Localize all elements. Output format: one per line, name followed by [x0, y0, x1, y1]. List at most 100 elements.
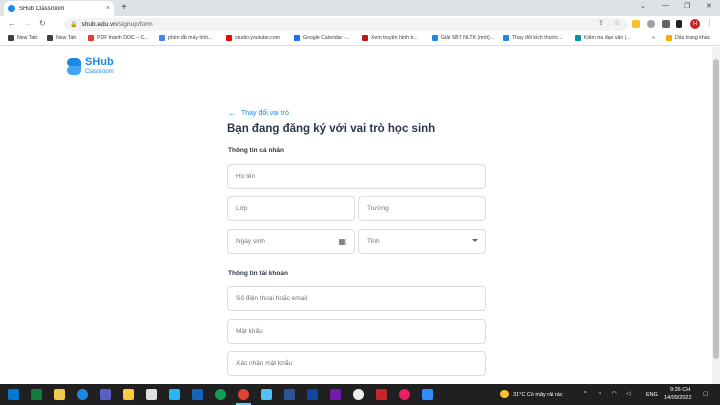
- forward-arrow-icon[interactable]: →: [24, 19, 32, 29]
- teams-icon[interactable]: [100, 389, 111, 400]
- other-bookmarks[interactable]: Dấu trang khác: [666, 35, 710, 41]
- weather-icon: [500, 390, 509, 398]
- globe-icon: [47, 35, 53, 41]
- menu-dots-icon[interactable]: ⋮: [706, 19, 713, 27]
- birthday-input[interactable]: Ngày sinh ▦: [227, 229, 355, 254]
- pdf-icon: [88, 35, 94, 41]
- photos-icon[interactable]: [261, 389, 272, 400]
- address-bar[interactable]: 🔒 shub.edu.vn /signup/form: [64, 18, 628, 31]
- signup-page: SHub Classroom ← Thay đổi vai trò Bạn đa…: [0, 47, 712, 384]
- bookmark-item[interactable]: Kiểm tra đạo văn |...: [575, 35, 630, 41]
- notion-icon[interactable]: [146, 389, 157, 400]
- tab-close-icon[interactable]: ×: [106, 5, 110, 12]
- back-arrow-icon[interactable]: ←: [8, 19, 16, 29]
- bookmark-item[interactable]: Xem truyện hình tr...: [362, 35, 418, 41]
- share-icon[interactable]: ⇪: [598, 19, 604, 27]
- browser-tab[interactable]: SHub Classroom ×: [4, 1, 114, 16]
- weather-text[interactable]: 31°C Có mây rải rác: [513, 392, 563, 398]
- class-placeholder: Lớp: [236, 205, 248, 212]
- edge-icon[interactable]: [215, 389, 226, 400]
- caret-down-icon: [472, 239, 478, 242]
- bookmark-item[interactable]: New Tab: [8, 35, 37, 41]
- bookmark-item[interactable]: phím tắt máy tính...: [159, 35, 212, 41]
- minimize-button[interactable]: —: [662, 2, 669, 9]
- cortana-icon[interactable]: [77, 389, 88, 400]
- tray-chevron-icon[interactable]: ^: [584, 391, 587, 397]
- close-window-button[interactable]: ✕: [706, 2, 712, 10]
- browser-tab-strip: SHub Classroom × + ⌄ — ❐ ✕: [0, 0, 720, 16]
- sidepanel-icon[interactable]: [676, 20, 682, 28]
- full-name-placeholder: Họ tên: [236, 173, 256, 180]
- url-host: shub.edu.vn: [81, 21, 117, 28]
- confirm-password-input[interactable]: Xác nhận mật khẩu: [227, 351, 486, 376]
- extension-icon[interactable]: [632, 20, 640, 28]
- clock-date[interactable]: 14/09/2022: [664, 395, 692, 401]
- profile-avatar[interactable]: H: [690, 19, 700, 29]
- shub-favicon-icon: [8, 5, 15, 12]
- shub-icon: [432, 35, 438, 41]
- page-scrollbar[interactable]: [712, 47, 720, 384]
- extension-icon[interactable]: [647, 20, 655, 28]
- google-icon: [159, 35, 165, 41]
- shub-logo-icon: [67, 58, 81, 75]
- password-input[interactable]: Mật khẩu: [227, 319, 486, 344]
- notification-icon[interactable]: ▢: [703, 391, 708, 397]
- network-icon[interactable]: ◔: [598, 391, 601, 397]
- new-tab-button[interactable]: +: [121, 2, 127, 13]
- reload-icon[interactable]: ↻: [39, 19, 46, 29]
- sticky-notes-icon[interactable]: [123, 389, 134, 400]
- pen-icon[interactable]: [192, 389, 203, 400]
- school-placeholder: Trường: [367, 205, 389, 212]
- province-placeholder: Tỉnh: [367, 238, 380, 245]
- windows-taskbar: 31°C Có mây rải rác ^ ◔ ◠ ◁ ENG 9:26 CH …: [0, 384, 720, 405]
- bookmark-item[interactable]: Giải SBT NLTK (mới)...: [432, 35, 494, 41]
- chrome-icon[interactable]: [238, 389, 249, 400]
- windows-start-icon[interactable]: [8, 389, 19, 400]
- bookmark-item[interactable]: studio.youtube.com: [226, 35, 280, 41]
- youtube-icon: [226, 35, 232, 41]
- word-icon[interactable]: [284, 389, 295, 400]
- clock-time[interactable]: 9:26 CH: [670, 387, 690, 393]
- media-icon[interactable]: [376, 389, 387, 400]
- messenger-icon[interactable]: [353, 389, 364, 400]
- bookmarks-more-icon[interactable]: »: [652, 35, 655, 41]
- shub-logo[interactable]: SHub Classroom: [67, 57, 114, 75]
- bookmark-item[interactable]: Thay đổi kích thước...: [503, 35, 562, 41]
- bookmark-star-icon[interactable]: ☆: [614, 19, 620, 27]
- browser-toolbar: ← → ↻ 🔒 shub.edu.vn /signup/form ⇪ ☆ H ⋮: [0, 16, 720, 33]
- scrollbar-thumb[interactable]: [713, 59, 719, 359]
- school-input[interactable]: Trường: [358, 196, 486, 221]
- itunes-icon[interactable]: [399, 389, 410, 400]
- wifi-icon[interactable]: ◠: [612, 391, 617, 397]
- change-role-link[interactable]: ← Thay đổi vai trò: [228, 109, 289, 118]
- tab-search-icon[interactable]: ⌄: [640, 2, 646, 10]
- tab-title: SHub Classroom: [19, 5, 65, 12]
- class-input[interactable]: Lớp: [227, 196, 355, 221]
- lock-icon: 🔒: [70, 22, 78, 28]
- bookmark-item[interactable]: Google Calendar -...: [294, 35, 350, 41]
- volume-icon[interactable]: ◁: [626, 391, 630, 397]
- onenote-icon[interactable]: [330, 389, 341, 400]
- language-indicator[interactable]: ENG: [646, 392, 658, 398]
- outlook-icon[interactable]: [307, 389, 318, 400]
- zoom-icon[interactable]: [422, 389, 433, 400]
- bookmark-item[interactable]: New Tab: [47, 35, 76, 41]
- birthday-placeholder: Ngày sinh: [236, 238, 265, 245]
- calendar-icon: [294, 35, 300, 41]
- mail-icon[interactable]: [169, 389, 180, 400]
- calendar-icon[interactable]: ▦: [338, 237, 346, 246]
- tag-icon: [503, 35, 509, 41]
- check-icon: [575, 35, 581, 41]
- arrow-left-icon: ←: [228, 109, 236, 118]
- bookmark-item[interactable]: PDF thành DOC – C...: [88, 35, 149, 41]
- province-select[interactable]: Tỉnh: [358, 229, 486, 254]
- restore-button[interactable]: ❐: [684, 2, 690, 10]
- section-account-info: Thông tin tài khoản: [228, 270, 288, 277]
- puzzle-icon[interactable]: [662, 20, 670, 28]
- change-role-label: Thay đổi vai trò: [241, 110, 289, 117]
- folder-icon: [666, 35, 672, 41]
- phone-email-input[interactable]: Số điện thoại hoặc email: [227, 286, 486, 311]
- full-name-input[interactable]: Họ tên: [227, 164, 486, 189]
- file-explorer-icon[interactable]: [54, 389, 65, 400]
- excel-icon[interactable]: [31, 389, 42, 400]
